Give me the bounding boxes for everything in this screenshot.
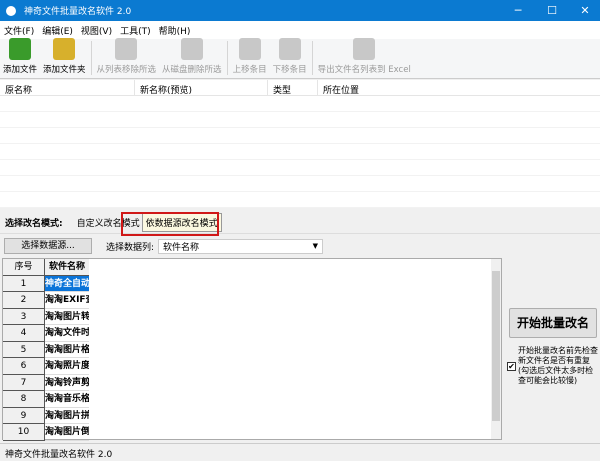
software-name-cell[interactable]: 淘淘图片转 (45, 309, 89, 325)
grid-row[interactable]: 8 淘淘音乐格 (3, 391, 501, 408)
grid-row[interactable]: 10 淘淘图片倒 (3, 424, 501, 441)
toolbar-label: 上移条目 (232, 65, 267, 75)
toolbar: 添加文件 添加文件夹 从列表移除所选 从磁盘删除所选 上移条目 下移条目 导出文件名列表到 … (0, 38, 600, 79)
row-index: 10 (3, 424, 45, 441)
grid-row[interactable]: 3 淘淘图片转 (3, 308, 501, 325)
row-index: 3 (3, 308, 45, 325)
grid-row[interactable]: 5 淘淘图片格 (3, 341, 501, 358)
start-rename-button[interactable]: 开始批量改名 (509, 308, 597, 338)
row-index: 1 (3, 275, 45, 292)
add-file-icon (9, 38, 31, 60)
software-name-cell[interactable]: 淘淘图片拼 (45, 408, 89, 424)
row-index: 7 (3, 374, 45, 391)
window-title: 神奇文件批量改名软件 2.0 (24, 7, 132, 17)
toolbar-separator (226, 41, 228, 75)
arrow-down-icon (278, 38, 301, 60)
grid-row[interactable]: 1 神奇全自动 (3, 275, 501, 292)
menu-edit[interactable]: 编辑(E) (42, 24, 73, 37)
mode-label: 选择改名模式: (5, 219, 63, 229)
arrow-up-icon (238, 38, 261, 60)
toolbar-label: 从磁盘删除所选 (162, 65, 222, 75)
delete-from-disk-icon (180, 38, 203, 60)
col-location[interactable]: 所在位置 (318, 80, 600, 96)
minimize-button[interactable]: ─ (503, 0, 533, 21)
toolbar-label: 添加文件夹 (43, 65, 86, 75)
software-name-cell[interactable]: 淘淘文件时 (45, 325, 89, 342)
row-index: 6 (3, 358, 45, 375)
add-folder-icon (53, 38, 76, 60)
data-grid[interactable]: 序号软件名称 1神奇全自动2淘淘EXIF查3淘淘图片转4淘淘文件时5淘淘图片格6… (2, 258, 502, 441)
grid-row[interactable]: 4 淘淘文件时 (3, 325, 501, 342)
software-name-cell[interactable]: 神奇全自动 (45, 275, 89, 292)
grid-row[interactable]: 9 淘淘图片拼 (3, 407, 501, 424)
vertical-scrollbar[interactable] (491, 259, 501, 439)
toolbar-separator (90, 41, 92, 75)
toolbar-button-4[interactable]: 上移条目 (230, 38, 270, 78)
grid-header-name[interactable]: 软件名称 (45, 259, 89, 276)
check-duplicates-checkbox[interactable]: ✔ (507, 361, 516, 371)
menu-view[interactable]: 视图(V) (81, 24, 112, 37)
toolbar-button-5[interactable]: 下移条目 (270, 38, 310, 78)
grid-row[interactable]: 2淘淘EXIF查 (3, 292, 501, 309)
menu-help[interactable]: 帮助(H) (159, 24, 191, 37)
toolbar-button-2[interactable]: 从列表移除所选 (94, 38, 160, 78)
toolbar-button-1[interactable]: 添加文件夹 (40, 38, 89, 78)
col-original-name[interactable]: 原名称 (0, 80, 135, 96)
row-index: 2 (3, 292, 45, 309)
app-icon (6, 5, 16, 16)
toolbar-button-6[interactable]: 导出文件名列表到 Excel (315, 38, 414, 78)
close-button[interactable]: ✕ (570, 0, 600, 21)
select-datasource-button[interactable]: 选择数据源... (4, 238, 92, 254)
menu-tools[interactable]: 工具(T) (120, 24, 151, 37)
mode-row: 选择改名模式: 自定义改名模式 依数据源改名模式 (0, 212, 600, 234)
chevron-down-icon: ▼ (312, 242, 319, 250)
row-index: 8 (3, 391, 45, 408)
software-name-cell[interactable]: 淘淘铃声剪 (45, 375, 89, 391)
col-type[interactable]: 类型 (268, 80, 318, 96)
highlight-box (121, 212, 219, 236)
maximize-button[interactable]: ☐ (537, 0, 567, 21)
menu-bar: 文件(F) 编辑(E) 视图(V) 工具(T) 帮助(H) (0, 21, 600, 39)
toolbar-label: 从列表移除所选 (96, 65, 157, 75)
grid-row[interactable]: 7 淘淘铃声剪 (3, 374, 501, 391)
col-new-name[interactable]: 新名称(预览) (135, 80, 268, 96)
row-index: 5 (3, 341, 45, 358)
row-index: 9 (3, 407, 45, 424)
software-name-cell[interactable]: 淘淘音乐格 (45, 391, 89, 408)
software-name-cell[interactable]: 淘淘图片格 (45, 342, 89, 358)
toolbar-separator (311, 41, 313, 75)
row-index: 4 (3, 325, 45, 342)
menu-file[interactable]: 文件(F) (4, 24, 34, 37)
excel-export-icon (353, 38, 376, 60)
grid-header-index: 序号 (3, 259, 45, 276)
toolbar-button-3[interactable]: 从磁盘删除所选 (159, 38, 225, 78)
check-duplicates-label: 开始批量改名前先检查新文件名是否有重复(勾选后文件太多时检查可能会比较慢) (518, 346, 598, 385)
status-bar: 神奇文件批量改名软件 2.0 (0, 443, 600, 461)
data-column-select[interactable]: 软件名称 ▼ (158, 238, 324, 254)
software-name-cell[interactable]: 淘淘图片倒 (45, 424, 89, 441)
data-column-label: 选择数据列: (106, 242, 155, 253)
grid-row[interactable]: 6 淘淘照片度 (3, 358, 501, 375)
toolbar-label: 添加文件 (3, 65, 38, 75)
file-list[interactable]: 原名称 新名称(预览) 类型 所在位置 (0, 80, 600, 208)
software-name-cell[interactable]: 淘淘照片度 (45, 358, 89, 375)
remove-from-list-icon (115, 38, 138, 60)
toolbar-label: 下移条目 (272, 65, 307, 75)
software-name-cell[interactable]: 淘淘EXIF查 (45, 292, 89, 309)
toolbar-button-0[interactable]: 添加文件 (0, 38, 40, 78)
data-column-value: 软件名称 (163, 242, 200, 253)
toolbar-label: 导出文件名列表到 Excel (317, 65, 411, 75)
